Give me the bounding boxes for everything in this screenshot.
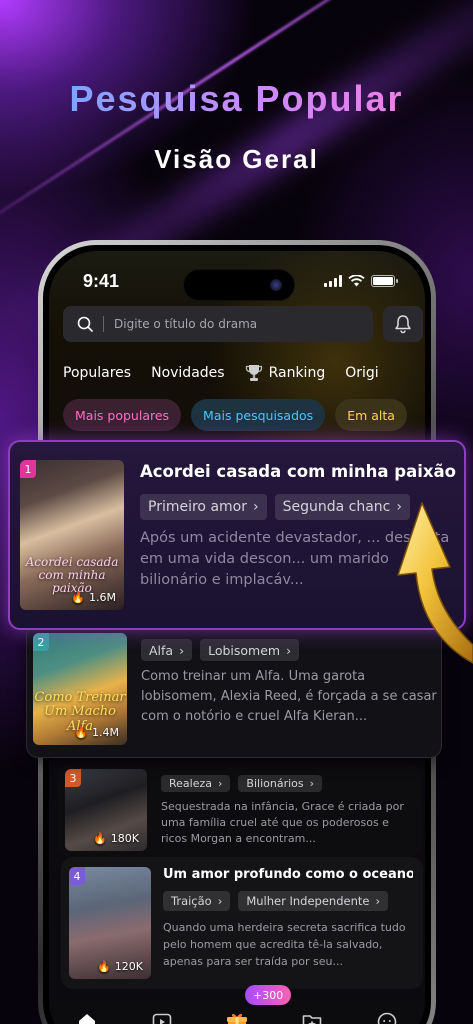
play-icon xyxy=(152,1013,172,1024)
flame-icon: 🔥 xyxy=(93,832,107,845)
drama-tags: Realeza › Bilionários › xyxy=(161,775,323,792)
drama-tags: Traição › Mulher Independente › xyxy=(163,891,389,911)
gift-icon xyxy=(226,1013,247,1024)
dynamic-island xyxy=(183,269,295,301)
tab-ranking[interactable]: Ranking xyxy=(245,363,325,383)
promo-headline: Pesquisa Popular xyxy=(0,78,473,120)
drama-cover: 3 🔥 180K xyxy=(65,769,147,851)
drama-title: Um amor profundo como o oceano xyxy=(163,867,413,882)
view-count: 🔥 180K xyxy=(93,832,139,845)
tag[interactable]: Alfa › xyxy=(141,639,193,661)
chip-em-alta[interactable]: Em alta xyxy=(335,399,407,431)
tab-home[interactable] xyxy=(74,1009,100,1024)
tag[interactable]: Realeza › xyxy=(161,775,231,792)
drama-card-4[interactable]: 4 🔥 120K Um amor profundo como o oceano T… xyxy=(61,857,423,989)
trophy-icon xyxy=(245,365,262,381)
promo-subheadline: Visão Geral xyxy=(154,144,319,174)
wifi-icon xyxy=(348,275,365,287)
chip-mais-populares[interactable]: Mais populares xyxy=(63,399,182,431)
tab-rewards[interactable] xyxy=(224,1009,250,1024)
drama-title: Acordei casada com minha paixão xyxy=(140,462,456,481)
chevron-right-icon: › xyxy=(252,499,259,515)
profile-icon xyxy=(378,1012,397,1024)
rank-badge: 4 xyxy=(69,867,85,885)
flame-icon: 🔥 xyxy=(71,591,86,604)
flame-icon: 🔥 xyxy=(74,726,89,739)
drama-cover: 2 Como Treinar Um Macho Alfa 🔥 1.4M xyxy=(33,633,127,745)
rank-badge: 3 xyxy=(65,769,81,787)
folder-star-icon xyxy=(302,1015,322,1024)
status-icons xyxy=(324,275,398,287)
rank-badge: 2 xyxy=(33,633,49,651)
view-count: 🔥 1.6M xyxy=(71,591,116,604)
chevron-right-icon: › xyxy=(217,894,223,908)
status-time: 9:41 xyxy=(83,271,120,291)
tab-library[interactable] xyxy=(299,1009,325,1024)
tab-novidades[interactable]: Novidades xyxy=(151,365,224,381)
category-tabs: Populares Novidades Ranking Origi xyxy=(63,363,379,383)
chevron-right-icon: › xyxy=(309,777,315,790)
search-bar[interactable] xyxy=(63,306,373,342)
chip-mais-pesquisados[interactable]: Mais pesquisados xyxy=(191,399,326,431)
drama-card-3[interactable]: 3 🔥 180K Realeza › Bilionários › Sequestrad… xyxy=(57,765,421,857)
tag[interactable]: Mulher Independente › xyxy=(238,891,389,911)
chevron-right-icon: › xyxy=(218,777,223,790)
cover-title: Acordei casada com minha paixão xyxy=(25,555,119,596)
tag[interactable]: Traição › xyxy=(163,891,231,911)
bonus-badge: +300 xyxy=(245,985,292,1005)
drama-description: Como treinar um Alfa. Uma garota lobisom… xyxy=(141,669,437,724)
tab-videos[interactable] xyxy=(149,1009,175,1024)
tab-profile[interactable] xyxy=(374,1009,400,1024)
drama-cover: 1 Acordei casada com minha paixão 🔥 1.6M xyxy=(20,460,124,610)
flame-icon: 🔥 xyxy=(97,960,111,973)
camera-icon xyxy=(270,279,282,291)
bell-icon xyxy=(395,315,411,334)
home-icon xyxy=(78,1014,95,1024)
view-count: 🔥 120K xyxy=(97,960,143,973)
drama-description: Sequestrada na infância, Grace é criada … xyxy=(161,800,404,845)
search-input[interactable] xyxy=(114,317,334,331)
tab-populares[interactable]: Populares xyxy=(63,365,131,381)
rank-badge: 1 xyxy=(20,460,36,478)
filter-chips: Mais populares Mais pesquisados Em alta xyxy=(63,399,407,431)
drama-cover: 4 🔥 120K xyxy=(69,867,151,979)
tag[interactable]: Primeiro amor › xyxy=(140,494,267,520)
arrow-up-icon xyxy=(397,502,473,664)
drama-tags: Alfa › Lobisomem › xyxy=(141,639,300,661)
tab-originais[interactable]: Origi xyxy=(345,365,378,381)
search-divider xyxy=(103,316,104,332)
tag[interactable]: Bilionários › xyxy=(238,775,323,792)
signal-icon xyxy=(324,275,342,287)
notifications-button[interactable] xyxy=(383,306,423,342)
tag[interactable]: Lobisomem › xyxy=(200,639,300,661)
drama-description: Quando uma herdeira secreta sacrifica tu… xyxy=(163,921,406,968)
search-icon xyxy=(77,316,93,332)
chevron-right-icon: › xyxy=(286,642,292,658)
chevron-right-icon: › xyxy=(375,894,381,908)
chevron-right-icon: › xyxy=(179,642,185,658)
battery-icon xyxy=(371,275,398,287)
view-count: 🔥 1.4M xyxy=(74,726,119,739)
bottom-tab-bar: +300 xyxy=(49,985,425,1024)
